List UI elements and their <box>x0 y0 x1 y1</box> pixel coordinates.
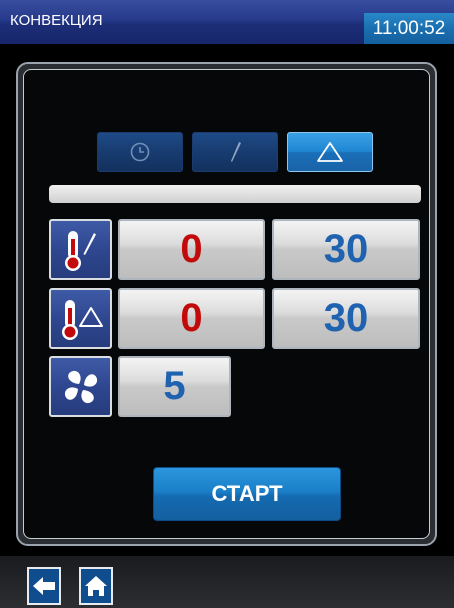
screen-title: КОНВЕКЦИЯ <box>10 12 103 29</box>
fan-speed-value[interactable]: 5 <box>118 356 231 417</box>
mode-time-button[interactable] <box>97 132 183 172</box>
start-button[interactable]: СТАРТ <box>153 467 341 521</box>
probe-temp-setpoint[interactable]: 0 <box>118 219 265 280</box>
progress-bar <box>49 185 421 203</box>
back-arrow-icon <box>33 577 55 595</box>
thermometer-probe-icon <box>64 230 96 271</box>
home-button[interactable] <box>79 567 113 605</box>
mode-delta-button[interactable] <box>287 132 373 172</box>
title-bar: КОНВЕКЦИЯ 11:00:52 <box>0 0 454 44</box>
delta-icon <box>317 142 343 162</box>
probe-icon <box>231 142 241 162</box>
fan-icon <box>64 370 97 403</box>
probe-temp-icon-tile[interactable] <box>49 219 112 280</box>
mode-probe-button[interactable] <box>192 132 278 172</box>
delta-temp-setpoint[interactable]: 0 <box>118 288 265 349</box>
bottom-bar <box>0 556 454 608</box>
thermometer-delta-icon <box>61 299 103 340</box>
home-icon <box>85 576 107 596</box>
clock: 11:00:52 <box>364 13 454 44</box>
delta-temp-icon-tile[interactable] <box>49 288 112 349</box>
clock-icon <box>130 142 150 162</box>
back-button[interactable] <box>27 567 61 605</box>
probe-temp-target[interactable]: 30 <box>272 219 420 280</box>
fan-icon-tile[interactable] <box>49 356 112 417</box>
delta-temp-target[interactable]: 30 <box>272 288 420 349</box>
